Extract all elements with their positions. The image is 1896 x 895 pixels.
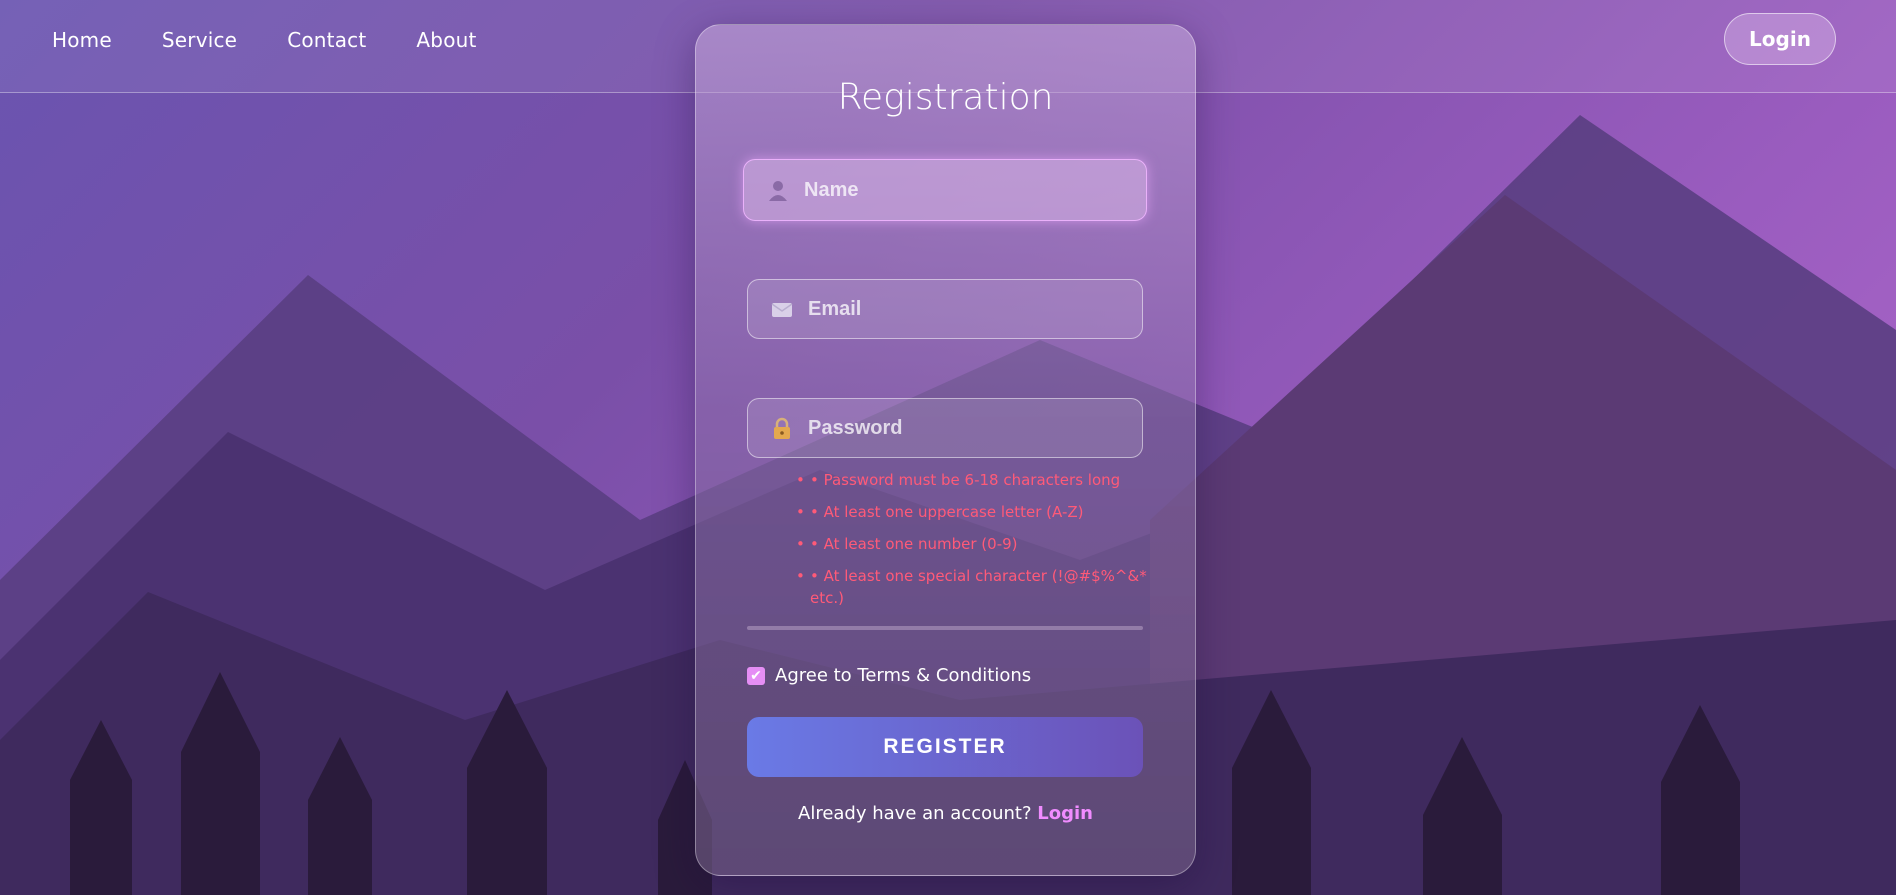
nav-home-link[interactable]: Home (52, 28, 112, 52)
password-rule: • Password must be 6-18 characters long (796, 469, 1156, 491)
nav-service-link[interactable]: Service (162, 28, 237, 52)
main-nav: Home Service Contact About (52, 28, 477, 52)
header-login-button[interactable]: Login (1724, 13, 1836, 65)
terms-label: Agree to Terms & Conditions (775, 665, 1032, 686)
password-strength-bar (747, 626, 1143, 630)
nav-contact-link[interactable]: Contact (287, 28, 366, 52)
password-rule: • At least one uppercase letter (A-Z) (796, 501, 1156, 523)
name-field[interactable] (743, 159, 1147, 221)
password-rule: • At least one number (0-9) (796, 533, 1156, 555)
email-field[interactable] (747, 279, 1143, 339)
name-input[interactable] (802, 177, 1106, 203)
nav-about-link[interactable]: About (416, 28, 476, 52)
terms-agreement[interactable]: ✔ Agree to Terms & Conditions (747, 665, 1031, 686)
login-prompt-text: Already have an account? (798, 803, 1032, 824)
user-icon (766, 178, 790, 202)
password-field[interactable] (747, 398, 1143, 458)
registration-card: Registration • Password must be 6-18 cha… (695, 24, 1196, 876)
password-rule: • At least one special character (!@#$%^… (796, 565, 1156, 609)
email-input[interactable] (806, 296, 1110, 322)
terms-checkbox[interactable]: ✔ (747, 666, 765, 685)
password-rules-list: • Password must be 6-18 characters long … (796, 469, 1156, 619)
password-input[interactable] (806, 415, 1110, 441)
form-title: Registration (837, 77, 1054, 118)
login-prompt: Already have an account? Login (696, 803, 1195, 824)
envelope-icon (770, 297, 794, 321)
lock-icon (770, 416, 794, 440)
login-link[interactable]: Login (1037, 803, 1093, 824)
register-button[interactable]: REGISTER (747, 717, 1143, 777)
